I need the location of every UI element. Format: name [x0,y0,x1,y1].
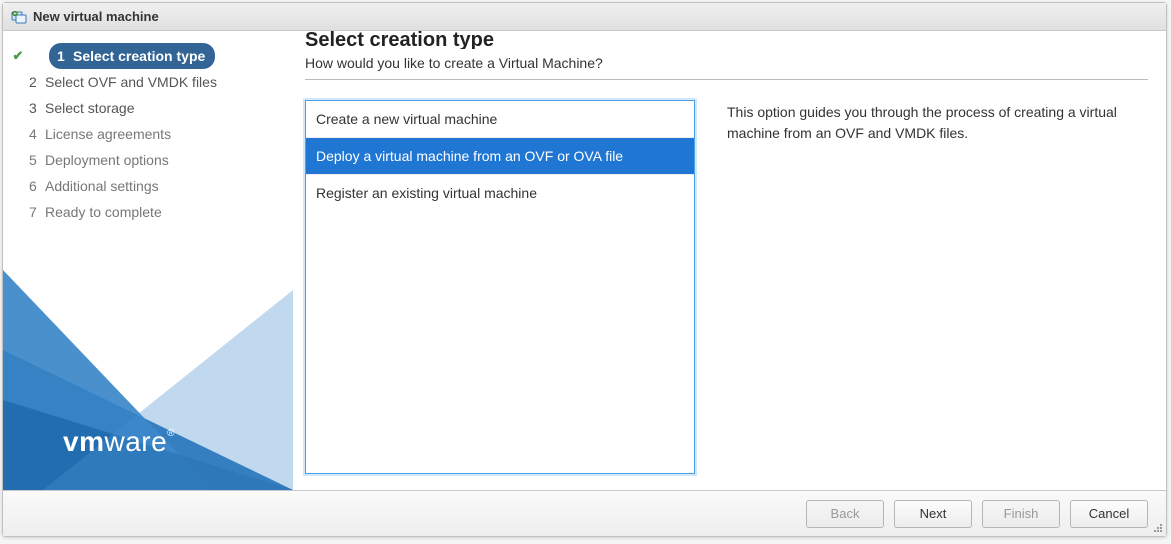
step-label: Additional settings [45,178,159,194]
step-number: 6 [29,178,45,194]
step-label: License agreements [45,126,171,142]
wizard-step-2[interactable]: ✔2Select OVF and VMDK files [3,69,293,95]
title-bar: New virtual machine [3,3,1166,31]
step-label: Select storage [45,100,135,116]
resize-grip-icon[interactable] [1152,522,1164,534]
step-number: 2 [29,74,45,90]
step-number: 7 [29,204,45,220]
wizard-step-6[interactable]: ✔6Additional settings [3,173,293,199]
dialog-footer: Back Next Finish Cancel [3,490,1166,536]
wizard-step-5[interactable]: ✔5Deployment options [3,147,293,173]
creation-option-2[interactable]: Register an existing virtual machine [306,175,694,211]
finish-button[interactable]: Finish [982,500,1060,528]
creation-type-list[interactable]: Create a new virtual machineDeploy a vir… [305,100,695,474]
step-label: Ready to complete [45,204,162,220]
main-panel: Select creation type How would you like … [293,31,1166,490]
stage-title: Select creation type [305,29,1148,49]
step-label: Deployment options [45,152,169,168]
next-button[interactable]: Next [894,500,972,528]
wizard-step-1[interactable]: 1Select creation type [49,43,215,69]
step-number: 3 [29,100,45,116]
dialog-new-vm: New virtual machine ✔1Select creation ty… [2,2,1167,537]
step-number: 5 [29,152,45,168]
main-header: Select creation type How would you like … [305,31,1148,100]
dialog-body: ✔1Select creation type✔2Select OVF and V… [3,31,1166,490]
step-label: Select OVF and VMDK files [45,74,217,90]
content-columns: Create a new virtual machineDeploy a vir… [305,100,1148,490]
divider [305,79,1148,80]
step-number: 1 [57,48,73,64]
logo-reg: ® [167,428,175,439]
creation-option-1[interactable]: Deploy a virtual machine from an OVF or … [306,138,694,175]
back-button[interactable]: Back [806,500,884,528]
wizard-steps-panel: ✔1Select creation type✔2Select OVF and V… [3,31,293,490]
vmware-logo: vmware® [63,426,175,458]
dialog-title: New virtual machine [33,9,159,24]
wizard-step-7[interactable]: ✔7Ready to complete [3,199,293,225]
stage-subtitle: How would you like to create a Virtual M… [305,55,1148,71]
creation-option-0[interactable]: Create a new virtual machine [306,101,694,138]
cancel-button[interactable]: Cancel [1070,500,1148,528]
option-description: This option guides you through the proce… [727,100,1148,490]
wizard-step-4[interactable]: ✔4License agreements [3,121,293,147]
vm-icon [11,9,27,25]
check-icon: ✔ [9,48,27,64]
logo-light: ware [104,426,167,457]
logo-bold: vm [63,426,104,457]
step-label: Select creation type [73,48,205,64]
wizard-step-3[interactable]: ✔3Select storage [3,95,293,121]
step-number: 4 [29,126,45,142]
